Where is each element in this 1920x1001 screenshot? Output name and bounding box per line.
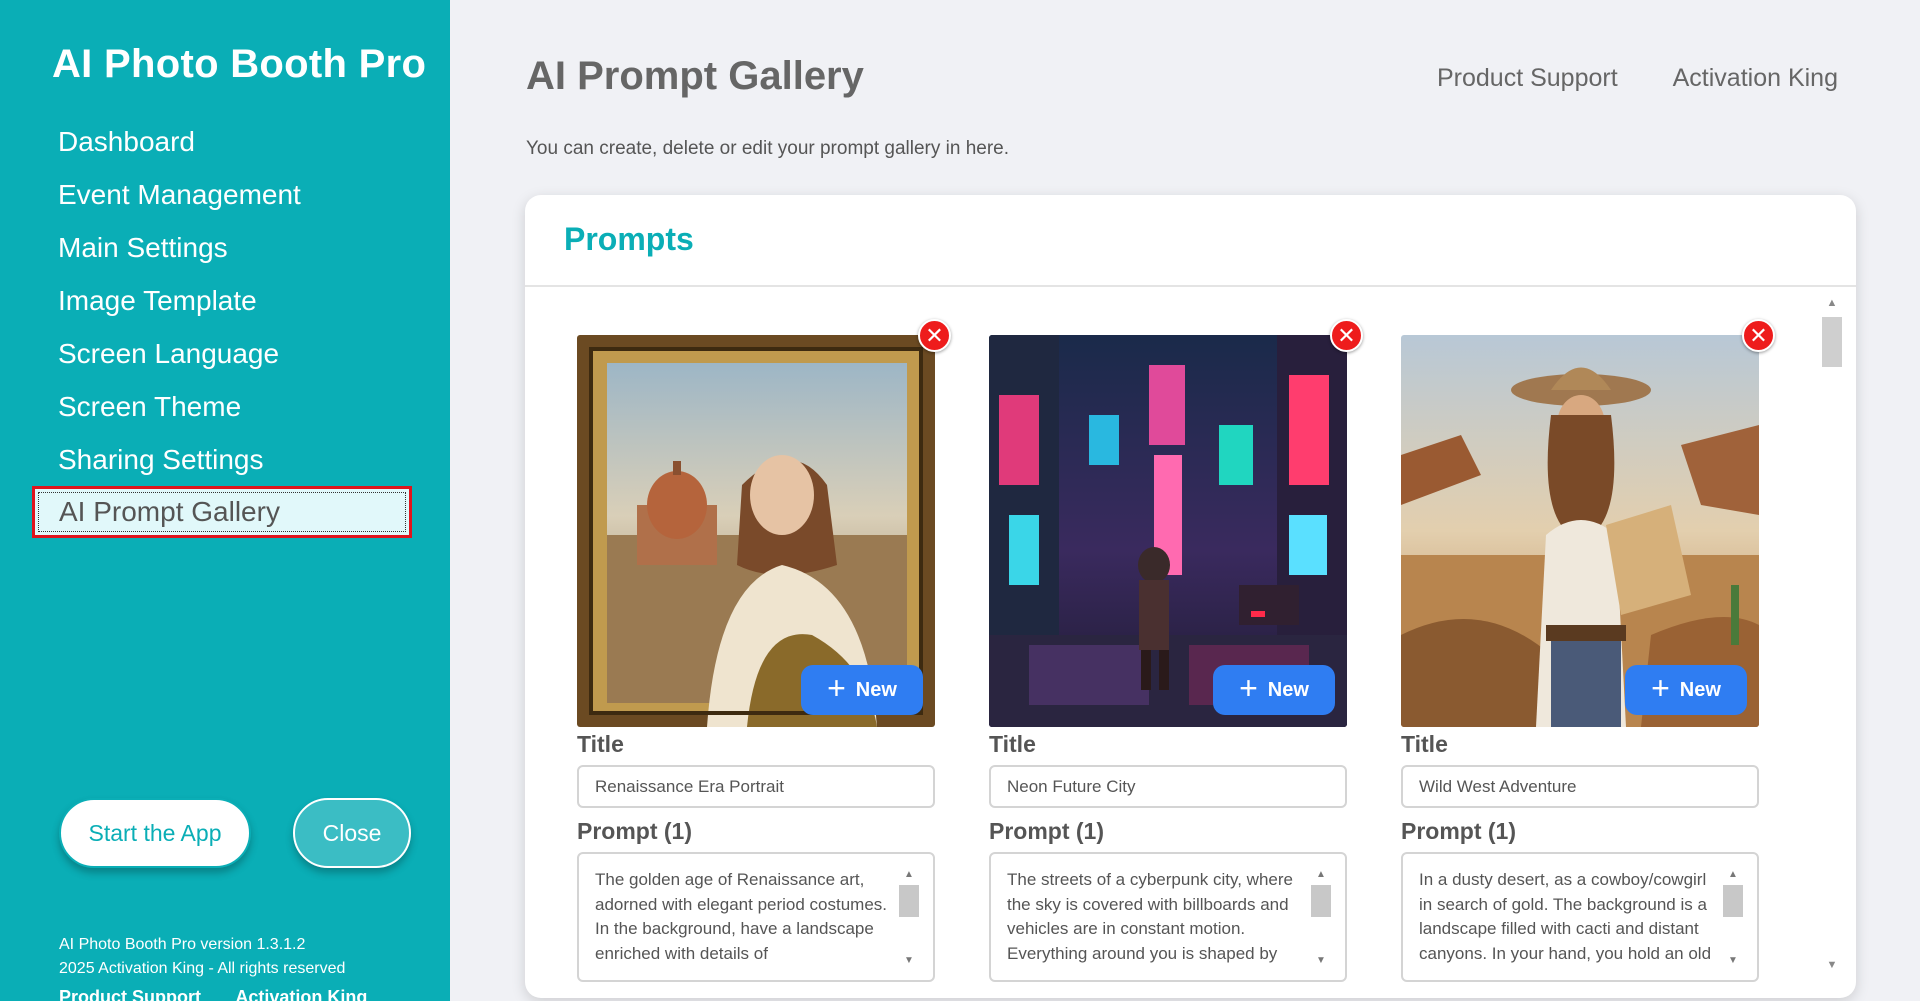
page-title: AI Prompt Gallery (526, 54, 864, 98)
header-link-support[interactable]: Product Support (1437, 64, 1618, 92)
close-button[interactable]: Close (293, 798, 411, 868)
prompt-text: The golden age of Renaissance art, adorn… (595, 870, 888, 963)
app-title: AI Photo Booth Pro (52, 42, 427, 86)
prompt-card: ✕ +New Title Prompt (1) In a dusty deser… (1401, 319, 1775, 982)
scroll-up-icon[interactable]: ▲ (1822, 297, 1842, 313)
delete-prompt-button[interactable]: ✕ (1742, 319, 1775, 352)
scroll-thumb[interactable] (1723, 885, 1743, 917)
sidebar-item-screen-theme[interactable]: Screen Theme (32, 380, 412, 433)
sidebar-nav: Dashboard Event Management Main Settings… (32, 115, 412, 538)
sidebar-item-event-management[interactable]: Event Management (32, 168, 412, 221)
scroll-down-icon[interactable]: ▼ (1311, 954, 1331, 968)
title-label: Title (577, 731, 624, 757)
sidebar-item-ai-prompt-gallery[interactable]: AI Prompt Gallery (32, 486, 412, 538)
card-title: Prompts (564, 221, 694, 257)
sidebar-item-image-template[interactable]: Image Template (32, 274, 412, 327)
delete-prompt-button[interactable]: ✕ (1330, 319, 1363, 352)
start-app-button[interactable]: Start the App (59, 798, 251, 868)
scroll-thumb[interactable] (1822, 317, 1842, 367)
title-input[interactable] (577, 765, 935, 808)
scroll-up-icon[interactable]: ▲ (1311, 868, 1331, 882)
prompt-text: In a dusty desert, as a cowboy/cowgirl i… (1419, 870, 1712, 963)
prompt-text: The streets of a cyberpunk city, where t… (1007, 870, 1293, 963)
footer-copyright: 2025 Activation King - All rights reserv… (59, 960, 346, 977)
prompt-image-wrap: ✕ + New (577, 319, 951, 727)
title-label: Title (1401, 731, 1448, 757)
delete-prompt-button[interactable]: ✕ (918, 319, 951, 352)
card-header: Prompts (525, 195, 1856, 287)
prompt-card: ✕ +New Title Prompt (1) The golden age o… (577, 319, 951, 982)
prompt-textarea[interactable]: In a dusty desert, as a cowboy/cowgirl i… (1401, 852, 1759, 982)
footer-link-support[interactable]: Product Support (59, 987, 201, 1001)
prompt-textarea[interactable]: The streets of a cyberpunk city, where t… (989, 852, 1347, 982)
prompt-scrollbar[interactable]: ▲ ▼ (899, 868, 919, 968)
sidebar: AI Photo Booth Pro Dashboard Event Manag… (0, 0, 450, 1001)
top-links: Product Support Activation King (1389, 64, 1838, 93)
sidebar-item-screen-language[interactable]: Screen Language (32, 327, 412, 380)
scroll-up-icon[interactable]: ▲ (899, 868, 919, 882)
prompt-textarea[interactable]: The golden age of Renaissance art, adorn… (577, 852, 935, 982)
close-icon: ✕ (1337, 322, 1356, 348)
scroll-down-icon[interactable]: ▼ (1822, 959, 1842, 975)
title-input[interactable] (1401, 765, 1759, 808)
plus-icon: + (827, 670, 846, 706)
sidebar-item-main-settings[interactable]: Main Settings (32, 221, 412, 274)
prompt-card: ✕ +New Title Prompt (1) The streets of a… (989, 319, 1363, 982)
title-input[interactable] (989, 765, 1347, 808)
prompts-scrollbar[interactable]: ▲ ▼ (1822, 297, 1842, 975)
scroll-down-icon[interactable]: ▼ (1723, 954, 1743, 968)
close-icon: ✕ (1749, 322, 1768, 348)
prompt-image-wrap: ✕ + New (1401, 319, 1775, 727)
new-prompt-button[interactable]: + New (801, 665, 923, 715)
prompt-label: Prompt (1) (577, 818, 692, 844)
scroll-down-icon[interactable]: ▼ (899, 954, 919, 968)
prompt-label: Prompt (1) (989, 818, 1104, 844)
title-label: Title (989, 731, 1036, 757)
prompts-list: ✕ +New Title Prompt (1) The golden age o… (525, 287, 1856, 998)
prompt-scrollbar[interactable]: ▲ ▼ (1723, 868, 1743, 968)
footer-link-company[interactable]: Activation King (235, 987, 367, 1001)
plus-icon: + (1239, 670, 1258, 706)
scroll-thumb[interactable] (1311, 885, 1331, 917)
header-link-company[interactable]: Activation King (1673, 64, 1838, 92)
footer-version: AI Photo Booth Pro version 1.3.1.2 (59, 936, 306, 953)
plus-icon: + (1651, 670, 1670, 706)
scroll-thumb[interactable] (899, 885, 919, 917)
page-subtitle: You can create, delete or edit your prom… (526, 138, 1010, 159)
new-prompt-button[interactable]: + New (1213, 665, 1335, 715)
prompts-card: Prompts ✕ + New Title Renaissance Era Po… (525, 195, 1856, 998)
prompt-image-wrap: ✕ + New (989, 319, 1363, 727)
sidebar-item-dashboard[interactable]: Dashboard (32, 115, 412, 168)
sidebar-footer: AI Photo Booth Pro version 1.3.1.2 2025 … (59, 933, 345, 981)
prompt-label: Prompt (1) (1401, 818, 1516, 844)
prompt-scrollbar[interactable]: ▲ ▼ (1311, 868, 1331, 968)
sidebar-item-sharing-settings[interactable]: Sharing Settings (32, 433, 412, 486)
scroll-up-icon[interactable]: ▲ (1723, 868, 1743, 882)
new-prompt-button[interactable]: + New (1625, 665, 1747, 715)
close-icon: ✕ (925, 322, 944, 348)
footer-links: Product Support Activation King (59, 987, 397, 1001)
